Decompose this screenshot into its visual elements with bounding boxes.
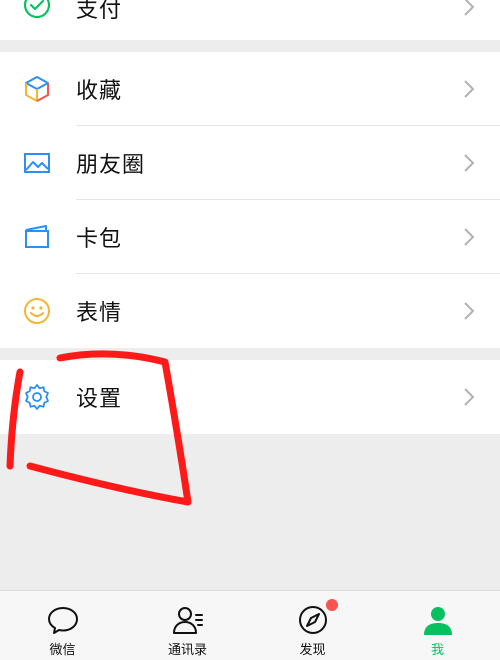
chevron-right-icon (464, 0, 475, 16)
menu-item-stickers[interactable]: 表情 (0, 274, 500, 348)
menu-item-label: 设置 (76, 387, 123, 412)
chevron-right-icon (464, 302, 475, 320)
menu-item-moments[interactable]: 朋友圈 (0, 126, 500, 200)
tab-contacts[interactable]: 通讯录 (125, 591, 250, 660)
menu-item-label: 收藏 (76, 79, 123, 104)
menu-item-settings[interactable]: 设置 (0, 360, 500, 434)
menu-item-label: 表情 (76, 301, 123, 326)
tab-discover[interactable]: 发现 (250, 591, 375, 660)
menu-item-card-wallet[interactable]: 卡包 (0, 200, 500, 274)
favorites-cube-icon (22, 74, 52, 104)
chevron-right-icon (464, 388, 475, 406)
gear-icon (22, 382, 52, 412)
bottom-tab-bar: 微信 通讯录 发现 我 (0, 590, 500, 660)
person-icon (423, 607, 452, 635)
notification-badge (326, 599, 338, 611)
wechat-pay-icon (22, 0, 52, 20)
contacts-icon (172, 607, 203, 634)
tab-chats[interactable]: 微信 (0, 591, 125, 660)
smiley-face-icon (22, 296, 52, 326)
menu-item-pay[interactable]: 支付 (0, 0, 500, 40)
menu-item-label: 朋友圈 (76, 153, 146, 178)
chat-bubble-icon (47, 607, 78, 634)
menu-item-favorites[interactable]: 收藏 (0, 52, 500, 126)
tab-label: 我 (430, 643, 444, 658)
tab-label: 发现 (299, 643, 326, 658)
tab-label: 通讯录 (167, 643, 207, 658)
chevron-right-icon (464, 80, 475, 98)
tab-label: 微信 (49, 643, 76, 658)
chevron-right-icon (464, 154, 475, 172)
moments-photo-icon (22, 148, 52, 178)
card-wallet-icon (22, 222, 52, 252)
chevron-right-icon (464, 228, 475, 246)
tab-me[interactable]: 我 (375, 591, 500, 660)
compass-icon (298, 606, 327, 634)
menu-item-label: 支付 (76, 0, 123, 23)
menu-item-label: 卡包 (76, 227, 123, 252)
